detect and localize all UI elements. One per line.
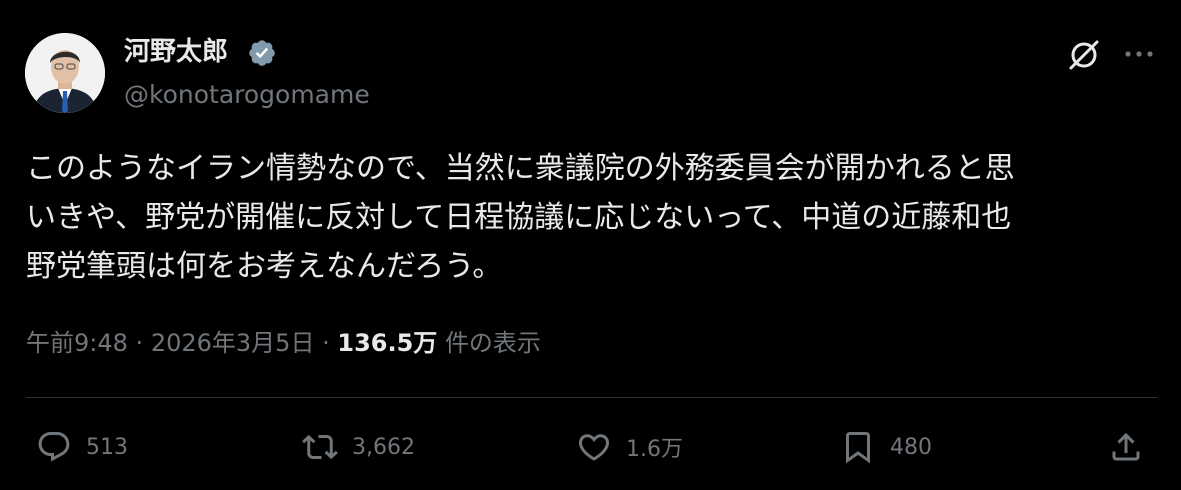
bookmark-count: 480 xyxy=(890,434,932,460)
verified-badge-icon xyxy=(249,40,275,66)
share-button[interactable] xyxy=(1108,427,1144,467)
grok-icon[interactable] xyxy=(1066,37,1102,73)
views-label: 件の表示 xyxy=(444,329,541,357)
bookmark-button[interactable]: 480 xyxy=(840,427,932,467)
author-handle[interactable]: @konotarogomame xyxy=(124,78,370,112)
like-icon xyxy=(578,434,610,461)
tweet-meta: 午前9:48 · 2026年3月5日 · 136.5万 件の表示 xyxy=(26,325,541,361)
views-count[interactable]: 136.5万 xyxy=(337,329,437,357)
bookmark-icon xyxy=(846,432,870,464)
reply-icon xyxy=(38,432,70,462)
avatar[interactable] xyxy=(25,33,105,113)
retweet-button[interactable]: 3,662 xyxy=(302,427,415,467)
retweet-count: 3,662 xyxy=(352,434,415,460)
tweet-text: このようなイラン情勢なので、当然に衆議院の外務委員会が開かれると思 いきや、野党… xyxy=(26,151,1015,284)
more-icon[interactable] xyxy=(1122,42,1156,66)
like-count: 1.6万 xyxy=(626,437,683,462)
meta-separator: · xyxy=(135,329,144,357)
author-name[interactable]: 河野太郎 xyxy=(124,35,228,69)
like-button[interactable]: 1.6万 xyxy=(576,427,683,467)
divider xyxy=(26,397,1157,398)
reply-count: 513 xyxy=(86,434,128,460)
retweet-icon xyxy=(302,434,338,460)
meta-separator: · xyxy=(322,329,330,357)
tweet-time[interactable]: 午前9:48 xyxy=(26,329,128,357)
avatar-image xyxy=(25,33,105,113)
reply-button[interactable]: 513 xyxy=(36,427,128,467)
share-icon xyxy=(1112,432,1140,461)
tweet-date[interactable]: 2026年3月5日 xyxy=(151,329,315,357)
